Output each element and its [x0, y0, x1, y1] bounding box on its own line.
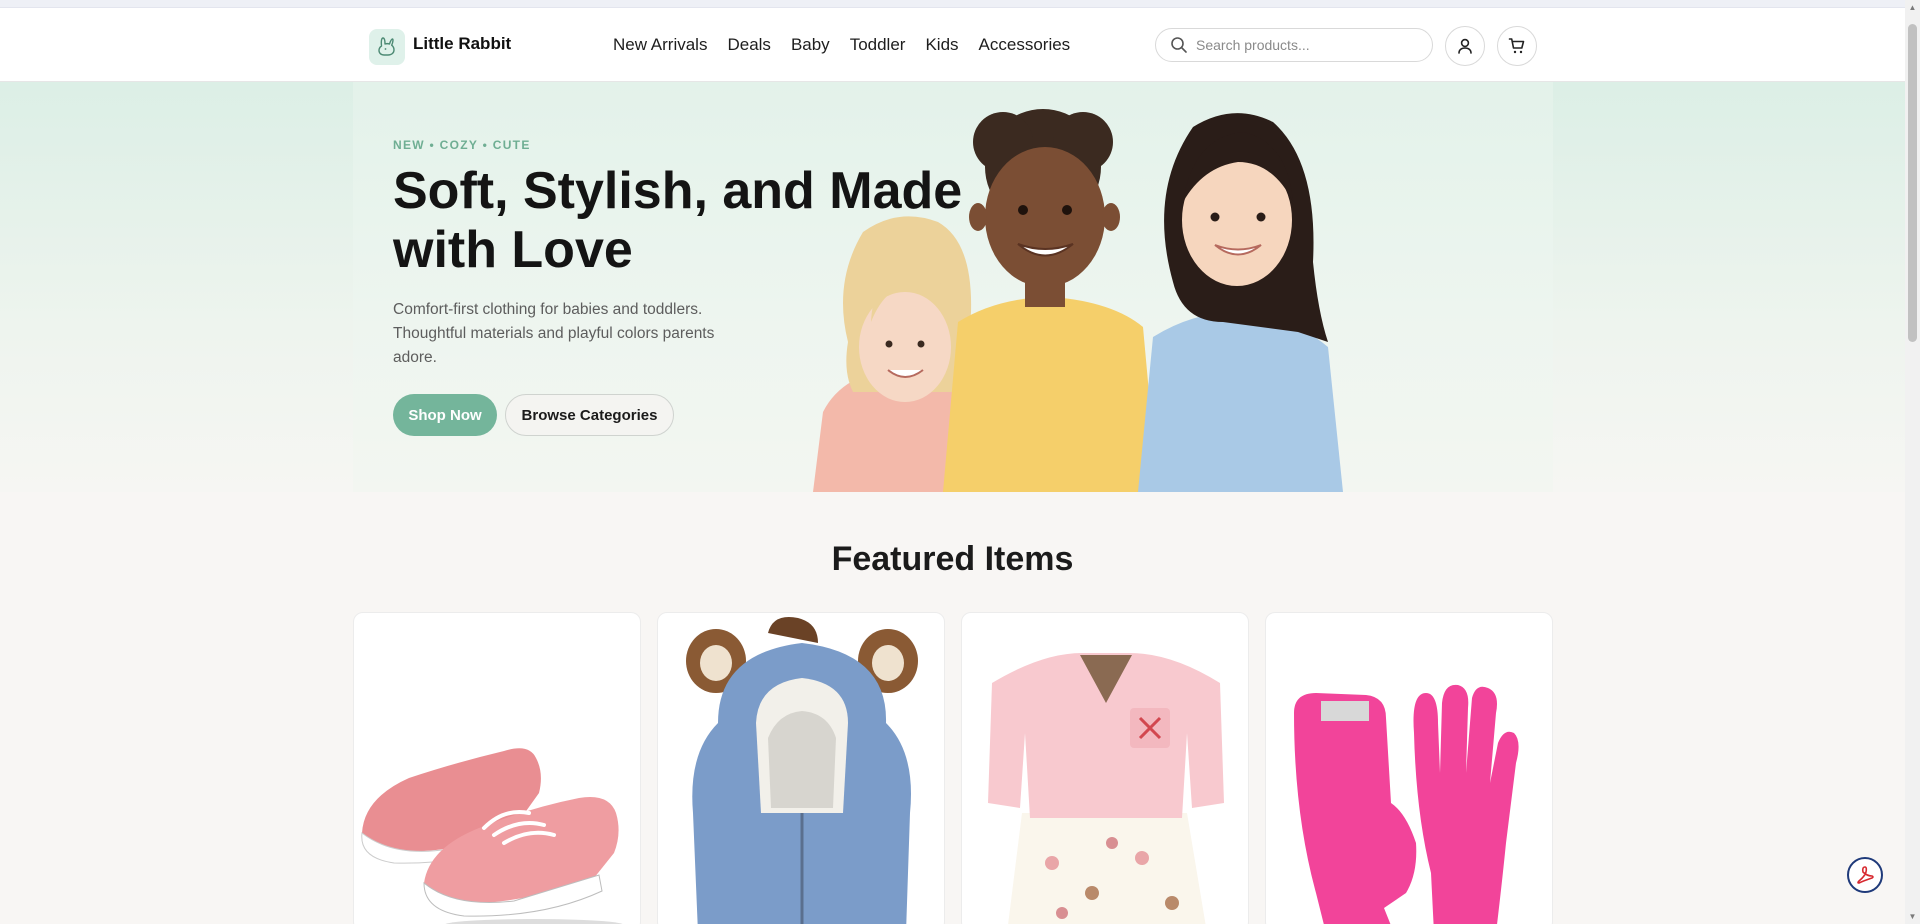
nav-item-deals[interactable]: Deals — [727, 35, 770, 55]
browse-categories-button[interactable]: Browse Categories — [505, 394, 674, 436]
site-header: Little Rabbit New Arrivals Deals Baby To… — [0, 8, 1905, 82]
nav-item-kids[interactable]: Kids — [925, 35, 958, 55]
hero-eyebrow: NEW • COZY • CUTE — [393, 138, 531, 152]
product-image-pink-sneakers — [361, 748, 623, 924]
hero-title: Soft, Stylish, and Made with Love — [393, 162, 963, 279]
nav-item-accessories[interactable]: Accessories — [979, 35, 1071, 55]
product-card-dress[interactable] — [961, 612, 1249, 924]
nav-item-new-arrivals[interactable]: New Arrivals — [613, 35, 707, 55]
scrollbar-thumb[interactable] — [1908, 24, 1917, 342]
account-button[interactable] — [1445, 26, 1485, 66]
cart-button[interactable] — [1497, 26, 1537, 66]
product-image-pink-cardigan-dress-set — [988, 653, 1224, 924]
adobe-pdf-icon — [1857, 866, 1874, 884]
product-image-pink-knit-gloves — [1294, 684, 1519, 924]
product-image-blue-fleece-hooded-vest — [686, 617, 918, 924]
hero-children-image — [813, 109, 1343, 492]
search-box[interactable] — [1155, 28, 1433, 62]
shop-now-button[interactable]: Shop Now — [393, 394, 497, 436]
pdf-floating-button[interactable] — [1847, 857, 1883, 893]
hero-banner: NEW • COZY • CUTE Soft, Stylish, and Mad… — [353, 82, 1553, 492]
logo-icon-box[interactable] — [369, 29, 405, 65]
scroll-up-arrow-icon[interactable]: ▲ — [1908, 3, 1917, 12]
cart-icon — [1508, 38, 1525, 54]
scroll-down-arrow-icon[interactable]: ▼ — [1908, 912, 1917, 921]
brand-name[interactable]: Little Rabbit — [413, 34, 511, 54]
product-card-vest[interactable] — [657, 612, 945, 924]
featured-heading: Featured Items — [831, 540, 1074, 578]
product-card-gloves[interactable] — [1265, 612, 1553, 924]
user-icon — [1458, 38, 1472, 54]
product-card-sneakers[interactable] — [353, 612, 641, 924]
nav-item-toddler[interactable]: Toddler — [850, 35, 906, 55]
main-nav: New Arrivals Deals Baby Toddler Kids Acc… — [613, 35, 1070, 55]
search-icon — [1171, 37, 1187, 53]
browser-top-strip — [0, 0, 1905, 8]
search-input[interactable] — [1196, 37, 1416, 53]
rabbit-icon — [378, 37, 395, 56]
nav-item-baby[interactable]: Baby — [791, 35, 830, 55]
hero-subtitle: Comfort-first clothing for babies and to… — [393, 301, 715, 366]
